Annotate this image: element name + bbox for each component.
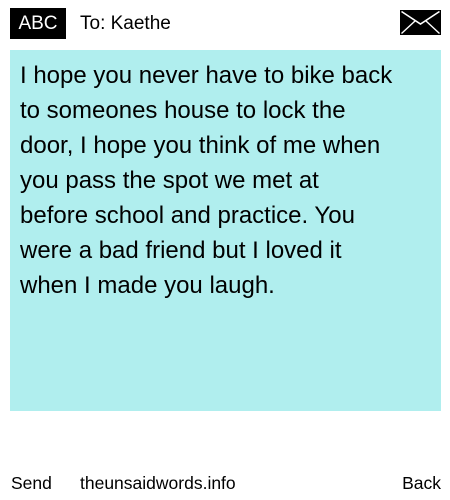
message-body: I hope you never have to bike back to so… xyxy=(20,62,393,299)
envelope-icon-graphic xyxy=(400,10,441,35)
recipient-label: To: Kaethe xyxy=(80,13,171,34)
site-link[interactable]: theunsaidwords.info xyxy=(80,468,236,498)
envelope-icon[interactable] xyxy=(400,10,441,35)
header-bar: ABC To: Kaethe xyxy=(0,0,450,46)
send-button[interactable]: Send xyxy=(11,468,52,498)
footer-bar: Send theunsaidwords.info Back xyxy=(0,468,450,498)
input-mode-badge[interactable]: ABC xyxy=(10,8,66,39)
message-textarea[interactable]: I hope you never have to bike back to so… xyxy=(10,50,441,411)
back-button[interactable]: Back xyxy=(402,468,441,498)
